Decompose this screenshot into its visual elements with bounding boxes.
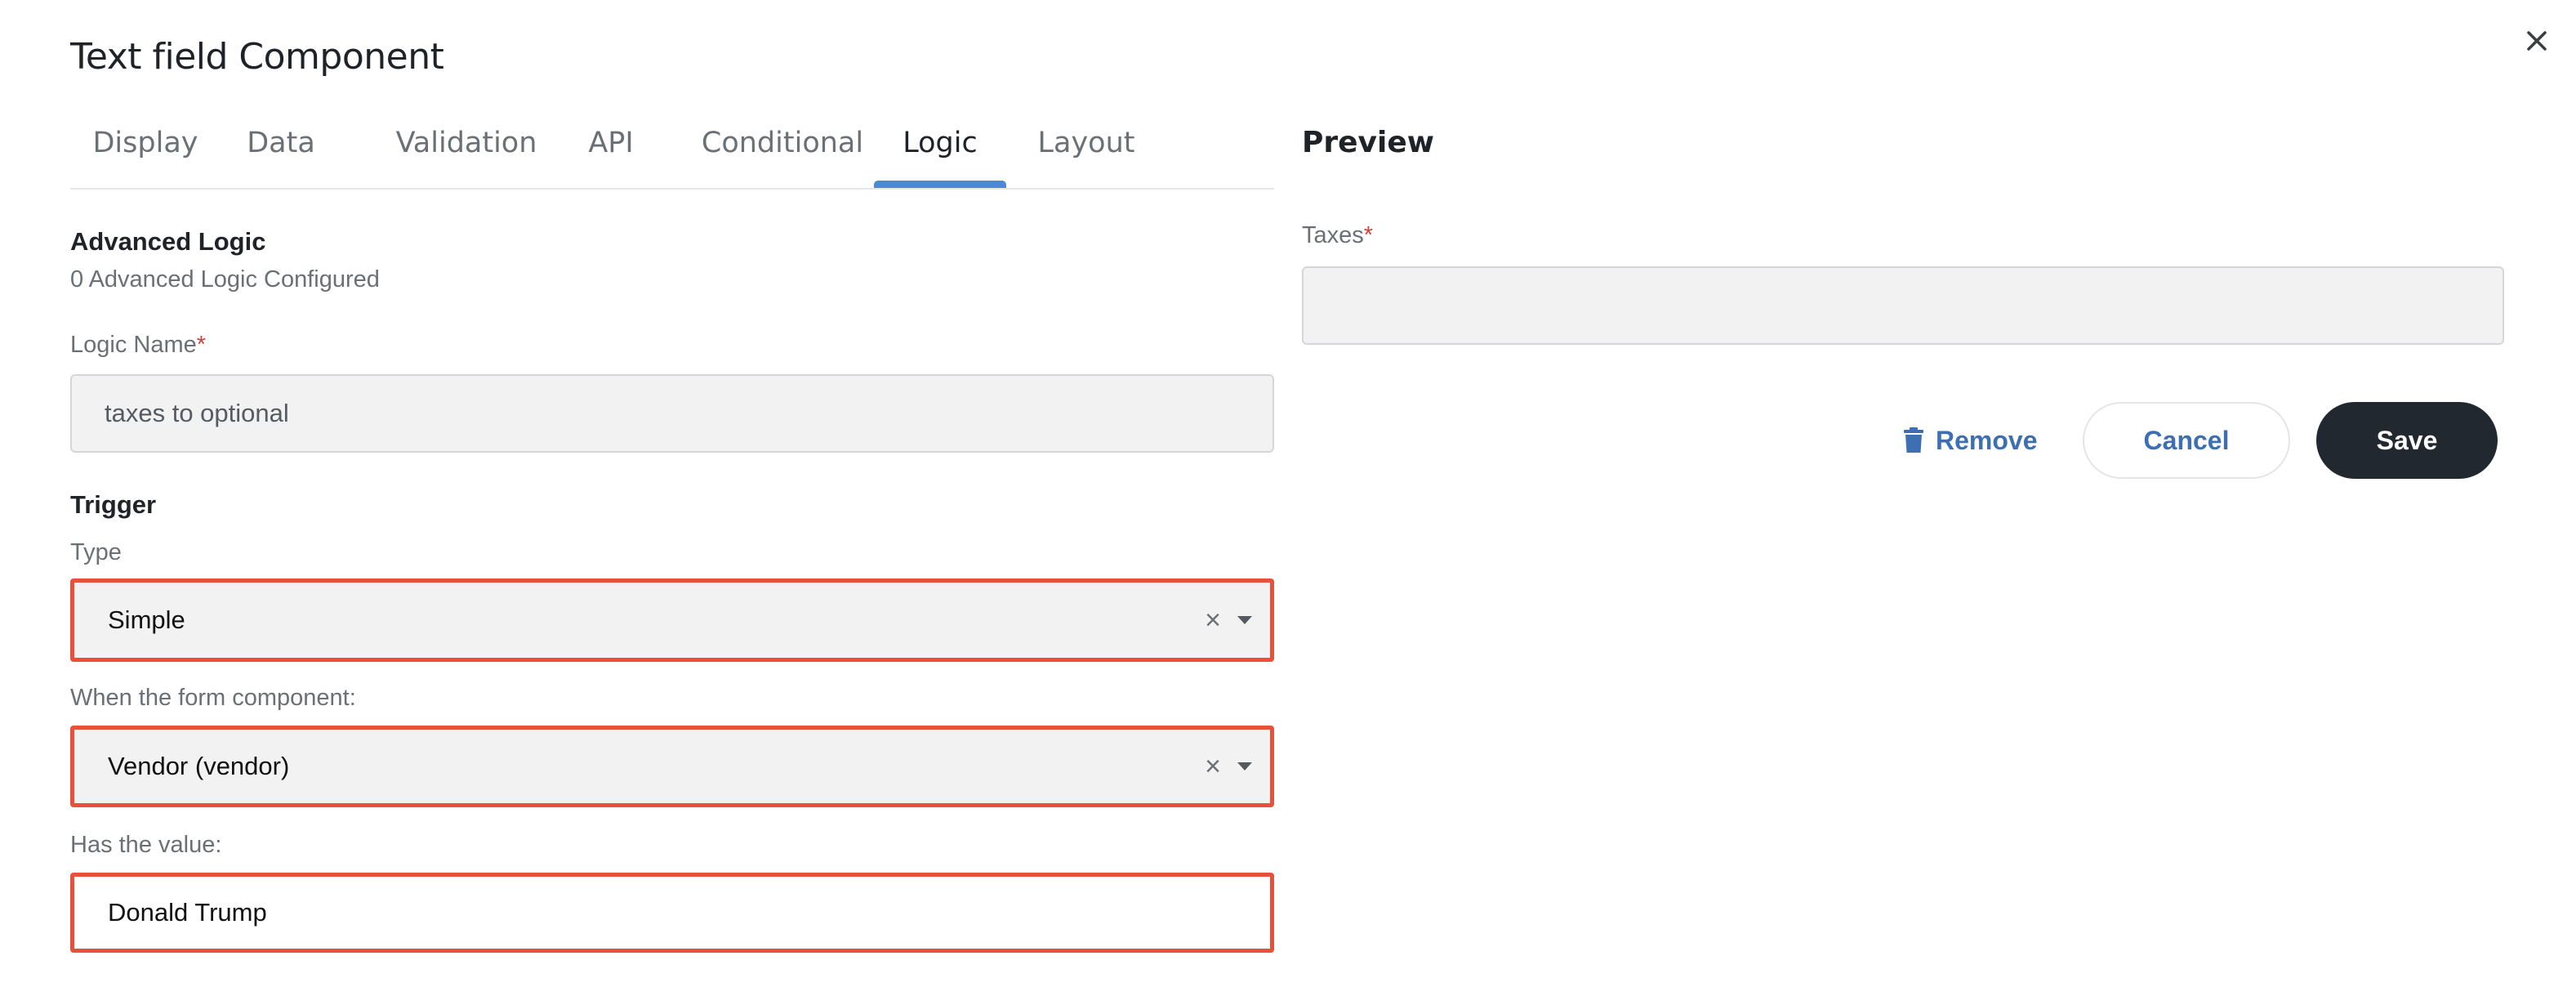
tab-data[interactable]: Data [238,114,323,186]
tab-display[interactable]: Display [70,114,221,186]
preview-title: Preview [1302,126,1435,159]
advanced-logic-summary: 0 Advanced Logic Configured [70,266,380,293]
close-button[interactable] [2520,25,2553,57]
component-label: When the form component: [70,685,356,711]
required-mark: * [1363,222,1374,248]
component-value: Vendor (vendor) [108,752,290,780]
advanced-logic-heading: Advanced Logic [70,227,266,256]
save-button[interactable]: Save [2316,402,2498,479]
preview-taxes-input[interactable] [1302,266,2504,345]
preview-field-label: Taxes* [1302,222,1373,249]
tab-logic[interactable]: Logic [874,114,1006,188]
logic-name-value: taxes to optional [105,399,289,427]
select-controls: × [1205,583,1252,658]
trigger-type-select[interactable]: Simple × [70,578,1274,662]
has-value-value: Donald Trump [108,898,267,927]
component-select[interactable]: Vendor (vendor) × [70,726,1274,807]
chevron-down-icon[interactable] [1237,762,1252,770]
trash-icon [1904,427,1923,453]
select-controls: × [1205,730,1252,803]
tab-layout[interactable]: Layout [1018,114,1155,186]
has-value-input[interactable]: Donald Trump [70,873,1274,953]
trigger-heading: Trigger [70,490,157,519]
remove-label: Remove [1936,425,2038,455]
tab-api[interactable]: API [562,114,660,186]
chevron-down-icon[interactable] [1237,616,1252,624]
has-value-label: Has the value: [70,832,222,858]
logic-name-input[interactable]: taxes to optional [70,374,1274,453]
tab-conditional[interactable]: Conditional [673,114,892,186]
clear-icon[interactable]: × [1205,606,1221,634]
remove-button[interactable]: Remove [1903,404,2038,477]
preview-field-label-text: Taxes [1302,222,1364,248]
text-field-component-dialog: Text field Component Display Data Valida… [0,0,2576,1005]
logic-name-label: Logic Name* [70,332,206,359]
close-icon [2527,31,2547,51]
cancel-button[interactable]: Cancel [2083,402,2290,479]
dialog-title: Text field Component [70,36,444,78]
tab-validation[interactable]: Validation [371,114,562,186]
clear-icon[interactable]: × [1205,753,1221,780]
required-mark: * [196,332,207,358]
tab-bar: Display Data Validation API Conditional … [70,114,1274,190]
trigger-type-value: Simple [108,605,185,634]
logic-name-label-text: Logic Name [70,332,197,358]
trigger-type-label: Type [70,539,122,565]
